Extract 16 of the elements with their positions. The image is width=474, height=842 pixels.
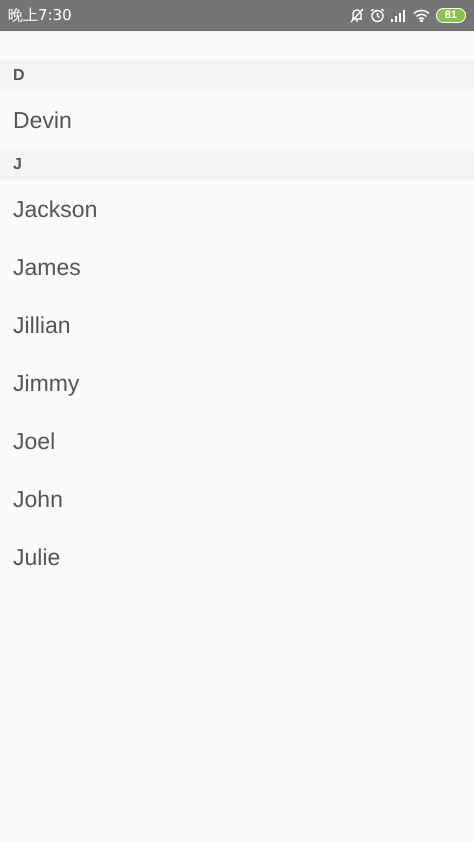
contact-name[interactable]: John — [13, 486, 63, 512]
alarm-clock-icon — [370, 8, 385, 23]
battery-indicator: 81 — [436, 8, 466, 23]
contact-name[interactable]: Jimmy — [13, 370, 80, 396]
wifi-icon — [412, 9, 430, 22]
contact-name[interactable]: Joel — [13, 428, 56, 454]
section-letter: J — [13, 156, 22, 174]
contact-name[interactable]: Jackson — [13, 196, 98, 222]
contact-name[interactable]: James — [13, 254, 81, 280]
bell-muted-icon — [350, 8, 364, 23]
contact-name[interactable]: Devin — [13, 106, 72, 134]
contact-name[interactable]: Julie — [13, 544, 60, 570]
section-letter: D — [13, 66, 25, 84]
signal-icon — [390, 10, 407, 22]
clock-time: 晚上7:30 — [8, 6, 72, 25]
contact-name[interactable]: Jillian — [13, 312, 71, 338]
